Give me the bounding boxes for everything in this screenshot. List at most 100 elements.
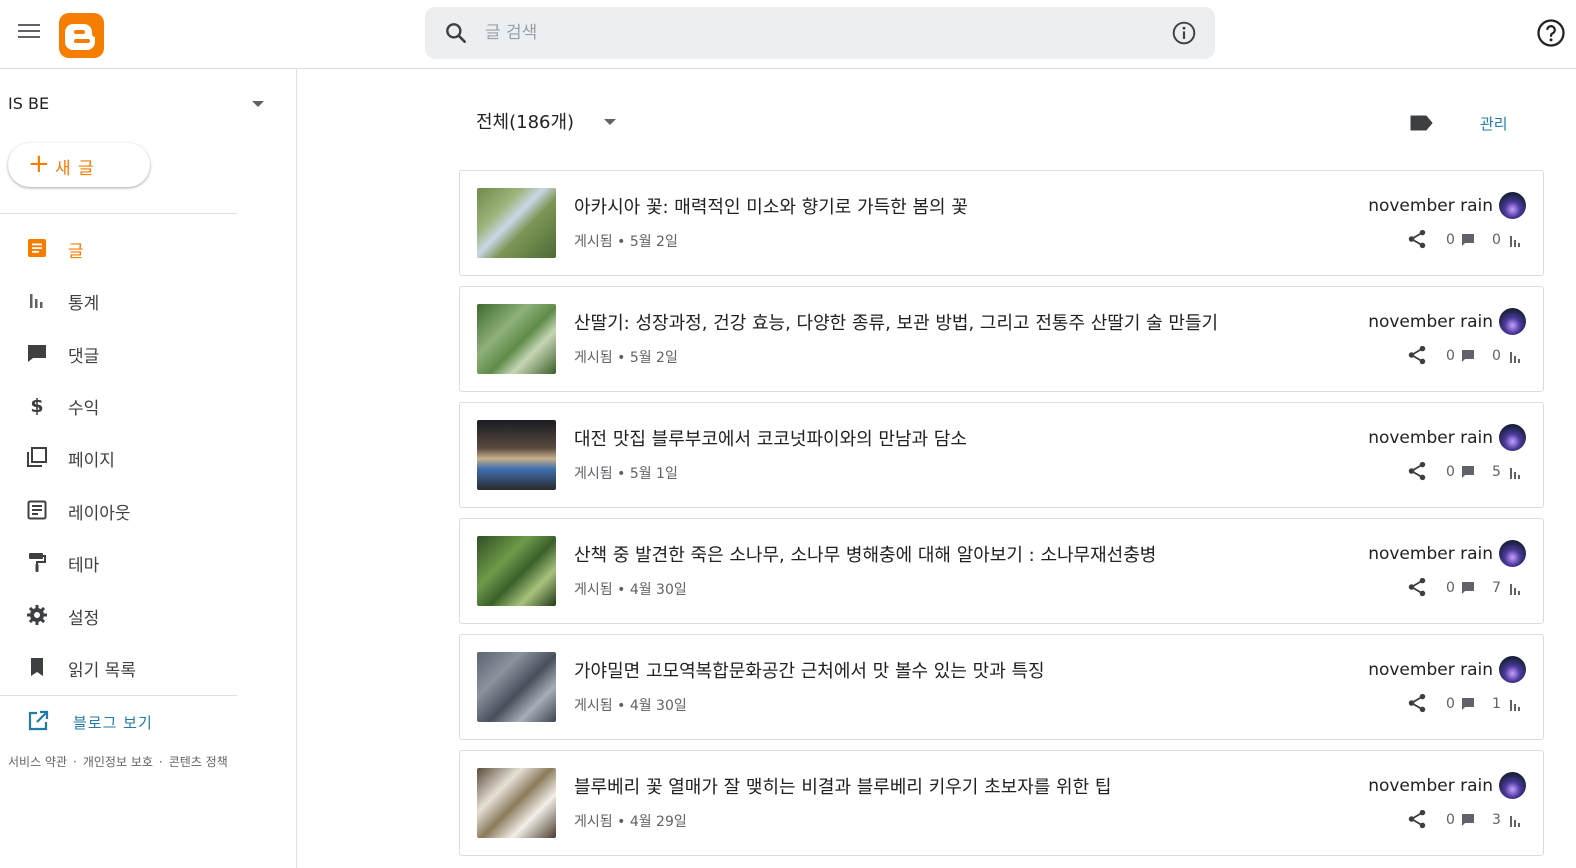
chevron-down-icon[interactable] xyxy=(252,101,264,107)
post-date: 5월 1일 xyxy=(629,466,678,482)
chevron-down-icon[interactable] xyxy=(604,119,616,125)
post-filter-dropdown[interactable]: 전체(186개) xyxy=(476,108,574,136)
comment-count: 0 xyxy=(1446,580,1455,596)
sidebar-item-earnings[interactable]: $ 수익 xyxy=(0,383,280,427)
sidebar-item-label: 설정 xyxy=(68,609,100,629)
post-row[interactable]: 산책 중 발견한 죽은 소나무, 소나무 병해충에 대해 알아보기 : 소나무재… xyxy=(459,518,1544,624)
sidebar-item-label: 읽기 목록 xyxy=(68,661,136,681)
share-icon[interactable] xyxy=(1406,692,1428,714)
sidebar-item-label: 통계 xyxy=(68,294,100,314)
comment-count: 0 xyxy=(1446,812,1455,828)
post-title[interactable]: 산딸기: 성장과정, 건강 효능, 다양한 종류, 보관 방법, 그리고 전통주… xyxy=(574,309,1218,335)
posts-icon xyxy=(28,239,46,257)
share-icon[interactable] xyxy=(1406,460,1428,482)
view-count: 3 xyxy=(1492,812,1501,828)
divider xyxy=(0,695,237,696)
view-blog-link[interactable]: 블로그 보기 xyxy=(0,701,280,741)
post-row[interactable]: 가야밀면 고모역복합문화공간 근처에서 맛 볼수 있는 맛과 특징게시됨 • 4… xyxy=(459,634,1544,740)
menu-icon[interactable] xyxy=(14,20,44,48)
layout-icon xyxy=(27,500,47,520)
help-icon[interactable] xyxy=(1536,18,1566,48)
new-post-button[interactable]: + 새 글 xyxy=(8,143,150,187)
divider xyxy=(0,213,237,214)
post-status: 게시됨 • 5월 2일 xyxy=(574,350,678,366)
gear-icon xyxy=(27,605,47,625)
search-icon[interactable] xyxy=(443,20,469,46)
post-row[interactable]: 아카시아 꽃: 매력적인 미소와 향기로 가득한 봄의 꽃 게시됨 • 5월 2일… xyxy=(459,170,1544,276)
comment-icon xyxy=(1462,698,1474,710)
info-icon[interactable] xyxy=(1171,20,1197,46)
pages-icon xyxy=(27,447,47,467)
comment-count: 0 xyxy=(1446,232,1455,248)
post-row[interactable]: 대전 맛집 블루부코에서 코코넛파이와의 만남과 담소 게시됨 • 5월 1일 no… xyxy=(459,402,1544,508)
post-status-label: 게시됨 xyxy=(574,814,613,830)
view-count: 7 xyxy=(1492,580,1501,596)
post-title[interactable]: 아카시아 꽃: 매력적인 미소와 향기로 가득한 봄의 꽃 xyxy=(574,193,968,219)
post-title[interactable]: 가야밀면 고모역복합문화공간 근처에서 맛 볼수 있는 맛과 특징 xyxy=(574,657,1045,683)
terms-link[interactable]: 서비스 약관 xyxy=(8,755,67,769)
sidebar-item-posts[interactable]: 글 xyxy=(0,226,280,270)
sidebar-item-layout[interactable]: 레이아웃 xyxy=(0,488,280,532)
search-bar[interactable] xyxy=(425,7,1215,59)
post-date: 4월 30일 xyxy=(629,698,687,714)
post-status: 게시됨 • 4월 29일 xyxy=(574,814,687,830)
post-date: 4월 29일 xyxy=(629,814,687,830)
sidebar-item-label: 댓글 xyxy=(68,347,100,367)
view-count: 0 xyxy=(1492,348,1501,364)
post-thumbnail xyxy=(477,768,556,838)
post-title[interactable]: 대전 맛집 블루부코에서 코코넛파이와의 만남과 담소 xyxy=(574,425,967,451)
sidebar-item-reading-list[interactable]: 읽기 목록 xyxy=(0,645,280,689)
share-icon[interactable] xyxy=(1406,576,1428,598)
post-thumbnail xyxy=(477,304,556,374)
post-author: november rain xyxy=(1368,776,1493,796)
post-author: november rain xyxy=(1368,196,1493,216)
sidebar-item-label: 수익 xyxy=(68,399,100,419)
stats-icon xyxy=(1510,700,1520,711)
blogger-logo[interactable] xyxy=(59,13,104,58)
post-date: 4월 30일 xyxy=(629,582,687,598)
sidebar-item-settings[interactable]: 설정 xyxy=(0,593,280,637)
comment-count: 0 xyxy=(1446,696,1455,712)
avatar xyxy=(1499,192,1526,219)
sidebar-item-stats[interactable]: 통계 xyxy=(0,278,280,322)
post-status-label: 게시됨 xyxy=(574,234,613,250)
stats-icon xyxy=(30,294,43,308)
new-post-label: 새 글 xyxy=(55,159,95,179)
comment-icon xyxy=(1462,466,1474,478)
sidebar-item-label: 레이아웃 xyxy=(68,504,131,524)
content-policy-link[interactable]: 콘텐츠 정책 xyxy=(169,755,228,769)
sidebar-item-theme[interactable]: 테마 xyxy=(0,540,280,584)
post-status-label: 게시됨 xyxy=(574,582,613,598)
filter-label: 전체(186개) xyxy=(476,112,575,133)
post-date: 5월 2일 xyxy=(629,350,678,366)
comment-icon xyxy=(1462,234,1474,246)
post-thumbnail xyxy=(477,188,556,258)
sidebar-item-pages[interactable]: 페이지 xyxy=(0,435,280,479)
post-title[interactable]: 블루베리 꽃 열매가 잘 맺히는 비결과 블루베리 키우기 초보자를 위한 팁 xyxy=(574,773,1111,799)
sidebar: IS BE + 새 글 글 통계 댓글 $ 수익 페이지 레이아웃 테마 설정 … xyxy=(0,69,297,868)
avatar xyxy=(1499,772,1526,799)
comments-icon xyxy=(28,345,46,362)
share-icon[interactable] xyxy=(1406,808,1428,830)
comment-icon xyxy=(1462,582,1474,594)
post-status-label: 게시됨 xyxy=(574,466,613,482)
privacy-link[interactable]: 개인정보 보호 xyxy=(83,755,153,769)
comment-count: 0 xyxy=(1446,348,1455,364)
manage-link[interactable]: 관리 xyxy=(1480,113,1508,134)
view-count: 5 xyxy=(1492,464,1501,480)
post-thumbnail xyxy=(477,652,556,722)
post-row[interactable]: 블루베리 꽃 열매가 잘 맺히는 비결과 블루베리 키우기 초보자를 위한 팁게… xyxy=(459,750,1544,856)
blog-selector[interactable]: IS BE xyxy=(0,89,275,119)
stats-icon xyxy=(1510,584,1520,595)
sidebar-item-label: 테마 xyxy=(68,556,100,576)
post-title[interactable]: 산책 중 발견한 죽은 소나무, 소나무 병해충에 대해 알아보기 : 소나무재… xyxy=(574,541,1156,567)
sidebar-item-comments[interactable]: 댓글 xyxy=(0,331,280,375)
post-status: 게시됨 • 4월 30일 xyxy=(574,698,687,714)
share-icon[interactable] xyxy=(1406,228,1428,250)
svg-text:$: $ xyxy=(30,395,43,417)
label-icon[interactable] xyxy=(1409,113,1433,133)
post-row[interactable]: 산딸기: 성장과정, 건강 효능, 다양한 종류, 보관 방법, 그리고 전통주… xyxy=(459,286,1544,392)
share-icon[interactable] xyxy=(1406,344,1428,366)
search-input[interactable] xyxy=(485,15,1165,51)
comment-icon xyxy=(1462,350,1474,362)
